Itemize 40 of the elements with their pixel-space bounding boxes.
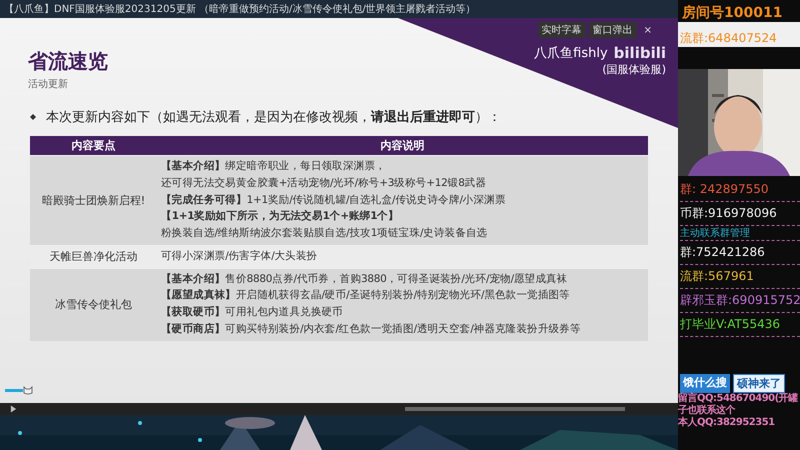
contact-text: 本人QQ:382952351 [678, 417, 776, 429]
group-number: 币群:916978096 [680, 202, 800, 226]
close-button[interactable]: × [640, 22, 656, 38]
popout-button[interactable]: 窗口弹出 [588, 22, 637, 38]
slide-title: 省流速览 [28, 48, 108, 75]
group-number: 群: 242897550 [680, 178, 800, 202]
subtitle-button[interactable]: 实时字幕 [538, 22, 586, 38]
group-number: 辟邪玉群:690915752 [680, 289, 800, 313]
group-number: 主动联系群管理 [680, 226, 800, 241]
brand-name: 八爪鱼fishly [534, 45, 608, 62]
column-header: 内容说明 [157, 136, 648, 155]
description-line: 还可得无法交易黄金胶囊+活动宠物/光环/称号+3级称号+12锻8武器 [161, 176, 487, 191]
table-cell: 冰雪传令使礼包 [30, 268, 157, 340]
column-header: 内容要点 [30, 136, 157, 155]
intro-text: 本次更新内容如下（如遇无法观看，是因为在修改视频，请退出后重进即可）： [46, 108, 501, 126]
table-cell: 暗殿骑士团焕新启程! [30, 155, 157, 245]
slide-subtitle: 活动更新 [28, 78, 68, 91]
description-line: 【硬币商店】可购买特别装扮/内衣套/红色款一觉插图/透明天空套/神器克隆装扮升级券等 [161, 322, 582, 337]
video-title: 【八爪鱼】DNF国服体验服20231205更新 （暗帝重做预约活动/冰雪传令使礼包/世界领主屠戮者活动等） [4, 2, 476, 16]
play-icon[interactable] [10, 405, 17, 413]
description-line: 【基本介绍】售价8880点券/代币券，首购3880，可得圣诞装扮/光环/宠物/愿望成真袜 [161, 272, 568, 286]
search-tag: 饿什么搜 [680, 374, 730, 393]
description-line: 【完成任务可得】1+1奖励/传说随机罐/自选礼盒/传说史诗令牌/小深渊票 [161, 192, 507, 208]
description-line: 可得小深渊票/伤害字体/大头装扮 [161, 248, 318, 264]
server-label: (国服体验服) [602, 62, 666, 77]
group-number: 打毕业V:AT55436 [680, 313, 800, 337]
group-number: 流群:567961 [680, 265, 800, 289]
room-number: 房间号100011 [681, 4, 784, 22]
description-line: 【基本介绍】绑定暗帝职业，每日领取深渊票， [161, 159, 387, 174]
group-number: 流群:648407524 [678, 22, 800, 47]
group-number: 群:752421286 [680, 241, 800, 265]
cat-icon[interactable] [23, 385, 33, 395]
bullet-icon [30, 114, 36, 120]
description-line: 【愿望成真袜】开启随机获得玄晶/硬币/圣诞特别装扮/特别宠物光环/黑色款一觉插图等 [161, 288, 571, 304]
contact-text: 留言QQ:548670490(开罐子也联系这个 [678, 393, 799, 416]
description-line: 【获取硬币】可用礼包内道具兑换硬币 [161, 305, 344, 320]
banner-label: 硕神来了 [733, 374, 785, 393]
description-line: 粉换装自选/维纳斯纳波尔套装贴膜自选/技攻1项链宝珠/史诗装备自选 [161, 226, 488, 241]
description-line: 【1+1奖励如下所示，为无法交易1个+账绑1个】 [161, 209, 400, 224]
bilibili-logo: bilibili [614, 44, 666, 62]
